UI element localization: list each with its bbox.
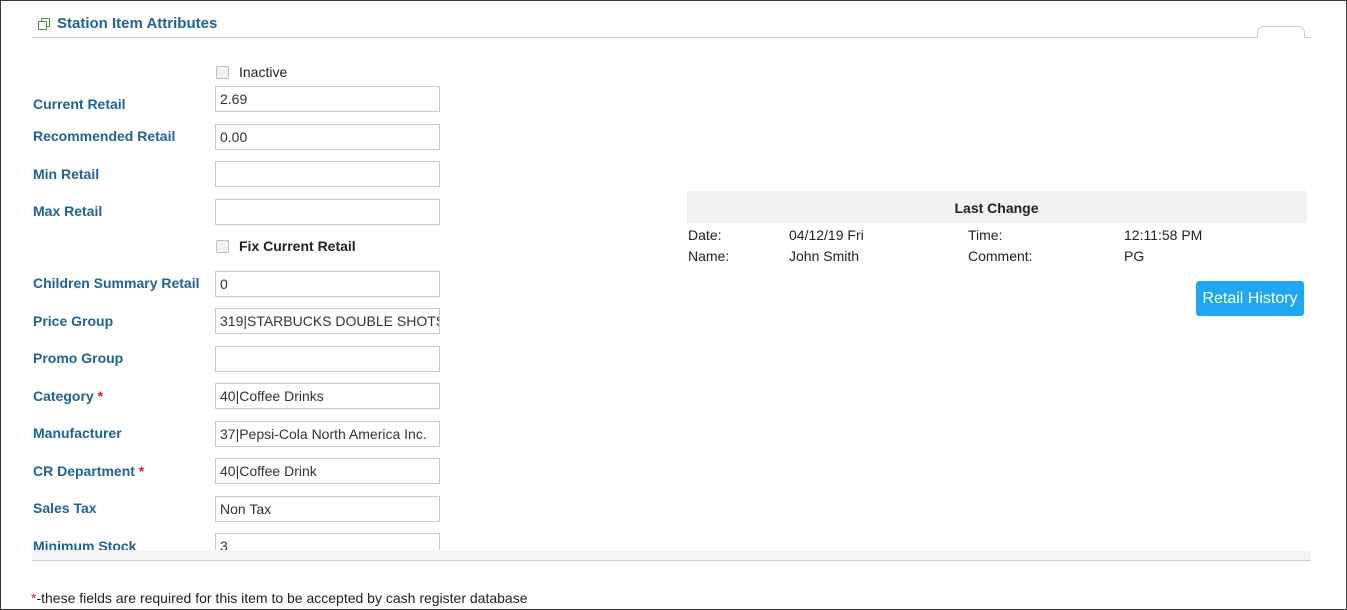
price-group-label: Price Group (33, 313, 114, 329)
recommended-retail-input[interactable]: 0.00 (215, 124, 440, 150)
footnote-text: -these fields are required for this item… (36, 590, 528, 606)
last-change-title: Last Change (954, 200, 1039, 216)
retail-history-button[interactable]: Retail History (1196, 281, 1304, 316)
cr-department-label: CR Department * (33, 463, 144, 479)
manufacturer-input[interactable]: 37|Pepsi-Cola North America Inc. (215, 421, 440, 447)
recommended-retail-label: Recommended Retail (33, 128, 176, 144)
last-change-header: Last Change (686, 191, 1307, 223)
manufacturer-label: Manufacturer (33, 425, 122, 441)
cr-department-input[interactable]: 40|Coffee Drink (215, 458, 440, 484)
sales-tax-label: Sales Tax (33, 500, 97, 516)
promo-group-label: Promo Group (33, 350, 124, 366)
last-change-name-value: John Smith (789, 248, 860, 264)
required-marker: * (97, 388, 104, 404)
last-change-comment-value: PG (1124, 248, 1145, 264)
last-change-date-label: Date: (688, 227, 722, 243)
required-marker: * (138, 463, 145, 479)
category-label-text: Category (33, 388, 94, 404)
price-group-input[interactable]: 319|STARBUCKS DOUBLE SHOTS (215, 308, 440, 334)
panel-frame (0, 0, 1347, 610)
last-change-comment-label: Comment: (968, 248, 1033, 264)
current-retail-label: Current Retail (33, 96, 126, 112)
cr-department-label-text: CR Department (33, 463, 135, 479)
min-retail-input[interactable] (215, 161, 440, 187)
collapse-tab[interactable] (1257, 26, 1305, 38)
form-bottom-divider (32, 550, 1311, 561)
category-input[interactable]: 40|Coffee Drinks (215, 383, 440, 409)
promo-group-input[interactable] (215, 346, 440, 372)
category-label: Category * (33, 388, 103, 404)
last-change-time-label: Time: (968, 227, 1003, 243)
max-retail-label: Max Retail (33, 203, 103, 219)
sales-tax-input[interactable]: Non Tax (215, 496, 440, 522)
min-retail-label: Min Retail (33, 166, 100, 182)
fix-current-retail-label: Fix Current Retail (239, 238, 356, 254)
last-change-date-value: 04/12/19 Fri (789, 227, 864, 243)
inactive-checkbox[interactable] (216, 66, 229, 79)
last-change-name-label: Name: (688, 248, 730, 264)
section-header: Station Item Attributes (32, 10, 1311, 38)
fix-current-retail-checkbox[interactable] (216, 240, 229, 253)
children-summary-retail-input[interactable]: 0 (215, 271, 440, 297)
current-retail-input[interactable]: 2.69 (215, 86, 440, 112)
max-retail-input[interactable] (215, 199, 440, 225)
required-footnote: *-these fields are required for this ite… (31, 590, 528, 606)
last-change-time-value: 12:11:58 PM (1124, 227, 1203, 243)
section-title: Station Item Attributes (57, 15, 218, 32)
children-summary-retail-label: Children Summary Retail (33, 275, 200, 291)
inactive-label: Inactive (239, 64, 288, 80)
window-restore-icon (38, 18, 50, 30)
